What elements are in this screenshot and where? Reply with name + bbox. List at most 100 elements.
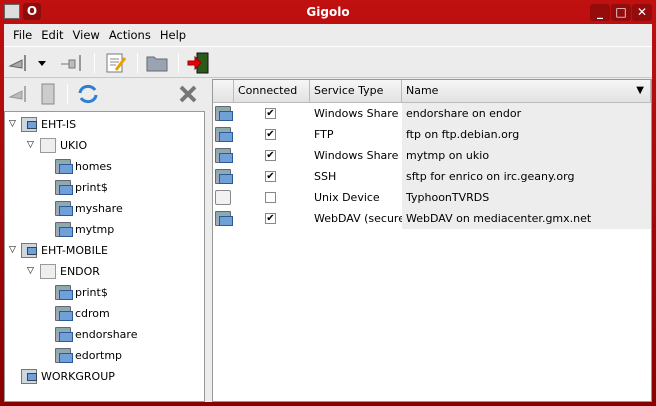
server-icon	[40, 138, 56, 153]
tree-item[interactable]: edortmp	[5, 345, 204, 366]
tree-item-label: ENDOR	[60, 265, 100, 278]
disconnect-icon[interactable]	[59, 52, 83, 74]
toolbar	[4, 46, 652, 78]
tree-item[interactable]: print$	[5, 282, 204, 303]
window-title: Gigolo	[306, 5, 350, 19]
tree-item[interactable]: ▽ UKIO	[5, 135, 204, 156]
name-cell: WebDAV on mediacenter.gmx.net	[402, 208, 651, 229]
menu-help[interactable]: Help	[156, 24, 191, 46]
tree-item-label: print$	[75, 286, 108, 299]
title-bar[interactable]: O Gigolo _ □ ✕	[0, 0, 656, 24]
tree-item[interactable]: mytmp	[5, 219, 204, 240]
refresh-icon[interactable]	[76, 83, 100, 105]
menu-bar: File Edit View Actions Help	[4, 24, 652, 46]
share-folder-icon	[55, 285, 73, 300]
connected-checkbox[interactable]: ✔	[265, 171, 276, 182]
table-row[interactable]: ✔ FTP ftp on ftp.debian.org	[213, 124, 651, 145]
tree-item-label: UKIO	[60, 139, 88, 152]
menu-edit[interactable]: Edit	[37, 24, 68, 46]
connect-icon[interactable]	[8, 52, 32, 74]
table-row[interactable]: ✔ WebDAV (secure) WebDAV on mediacenter.…	[213, 208, 651, 229]
connected-checkbox[interactable]	[265, 192, 276, 203]
name-cell: sftp for enrico on irc.geany.org	[402, 166, 651, 187]
share-folder-icon	[215, 127, 233, 142]
tree-item-label: myshare	[75, 202, 123, 215]
menu-actions[interactable]: Actions	[105, 24, 156, 46]
service-type-cell: Windows Share	[314, 107, 399, 120]
share-folder-icon	[55, 327, 73, 342]
share-folder-icon	[55, 159, 73, 174]
toolbar-separator	[94, 53, 95, 73]
service-type-cell: Windows Share	[314, 149, 399, 162]
network-icon	[21, 369, 37, 384]
bookmarks-table[interactable]: Connected Service Type Name ▼ ✔ Windows S…	[212, 79, 652, 402]
bookmarks-edit-icon[interactable]	[104, 52, 128, 74]
open-folder-icon[interactable]	[145, 52, 169, 74]
tree-item[interactable]: cdrom	[5, 303, 204, 324]
tree-item-label: homes	[75, 160, 112, 173]
column-name-label: Name	[406, 84, 439, 97]
close-icon[interactable]	[176, 83, 200, 105]
tree-item-label: cdrom	[75, 307, 110, 320]
share-folder-icon	[215, 169, 233, 184]
expander-arrow-icon[interactable]: ▽	[27, 135, 34, 156]
service-type-cell: Unix Device	[314, 191, 380, 204]
connected-checkbox[interactable]: ✔	[265, 129, 276, 140]
column-header-name[interactable]: Name ▼	[402, 80, 651, 103]
tree-item[interactable]: ▽ EHT-IS	[5, 114, 204, 135]
tree-item[interactable]: ▽ ENDOR	[5, 261, 204, 282]
close-button[interactable]: ✕	[632, 4, 652, 21]
tree-item[interactable]: ▽ EHT-MOBILE	[5, 240, 204, 261]
tree-item[interactable]: homes	[5, 156, 204, 177]
table-row[interactable]: ✔ Windows Share endorshare on endor	[213, 103, 651, 124]
tree-item-label: EHT-IS	[41, 118, 77, 131]
connect-dropdown-icon[interactable]	[36, 52, 48, 74]
menu-view[interactable]: View	[69, 24, 105, 46]
share-folder-icon	[215, 211, 233, 226]
window: O Gigolo _ □ ✕ File Edit View Actions He…	[0, 0, 656, 406]
table-row[interactable]: ✔ Windows Share mytmp on ukio	[213, 145, 651, 166]
share-folder-icon	[55, 222, 73, 237]
name-cell: mytmp on ukio	[402, 145, 651, 166]
tree-item-label: WORKGROUP	[41, 370, 115, 383]
table-row[interactable]: Unix Device TyphoonTVRDS	[213, 187, 651, 208]
network-pane: ▽ EHT-IS ▽ UKIO homes print$ myshare mytmp ▽ EHT-…	[4, 79, 205, 402]
share-folder-icon	[55, 201, 73, 216]
share-folder-icon	[55, 180, 73, 195]
network-icon	[21, 243, 37, 258]
network-tree[interactable]: ▽ EHT-IS ▽ UKIO homes print$ myshare mytmp ▽ EHT-…	[4, 111, 205, 402]
network-icon	[21, 117, 37, 132]
expander-arrow-icon[interactable]: ▽	[9, 240, 16, 261]
expander-arrow-icon[interactable]: ▽	[27, 261, 34, 282]
column-header-connected[interactable]: Connected	[234, 80, 310, 103]
drive-icon	[215, 190, 231, 205]
connected-checkbox[interactable]: ✔	[265, 150, 276, 161]
tree-item[interactable]: WORKGROUP	[5, 366, 204, 387]
maximize-button[interactable]: □	[611, 4, 631, 21]
column-header-service-type[interactable]: Service Type	[310, 80, 402, 103]
minimize-button[interactable]: _	[590, 4, 610, 21]
tree-item-label: edortmp	[75, 349, 123, 362]
bookmark-icon[interactable]	[36, 83, 60, 105]
name-cell: ftp on ftp.debian.org	[402, 124, 651, 145]
table-row[interactable]: ✔ SSH sftp for enrico on irc.geany.org	[213, 166, 651, 187]
tree-item[interactable]: endorshare	[5, 324, 204, 345]
connected-checkbox[interactable]: ✔	[265, 213, 276, 224]
tree-item-label: endorshare	[75, 328, 138, 341]
service-type-cell: WebDAV (secure)	[314, 212, 410, 225]
quit-icon[interactable]	[187, 52, 211, 74]
column-header-icon[interactable]	[213, 80, 234, 103]
connect-icon[interactable]	[8, 83, 32, 105]
tree-item-label: EHT-MOBILE	[41, 244, 108, 257]
client-area: File Edit View Actions Help ▽ EHT-IS ▽ U…	[4, 24, 652, 402]
tree-item-label: mytmp	[75, 223, 115, 236]
tree-item[interactable]: print$	[5, 177, 204, 198]
share-folder-icon	[55, 306, 73, 321]
tree-item-label: print$	[75, 181, 108, 194]
menu-file[interactable]: File	[9, 24, 37, 46]
tree-item[interactable]: myshare	[5, 198, 204, 219]
expander-arrow-icon[interactable]: ▽	[9, 114, 16, 135]
toolbar-separator	[178, 53, 179, 73]
connected-checkbox[interactable]: ✔	[265, 108, 276, 119]
toolbar-separator	[67, 84, 68, 104]
